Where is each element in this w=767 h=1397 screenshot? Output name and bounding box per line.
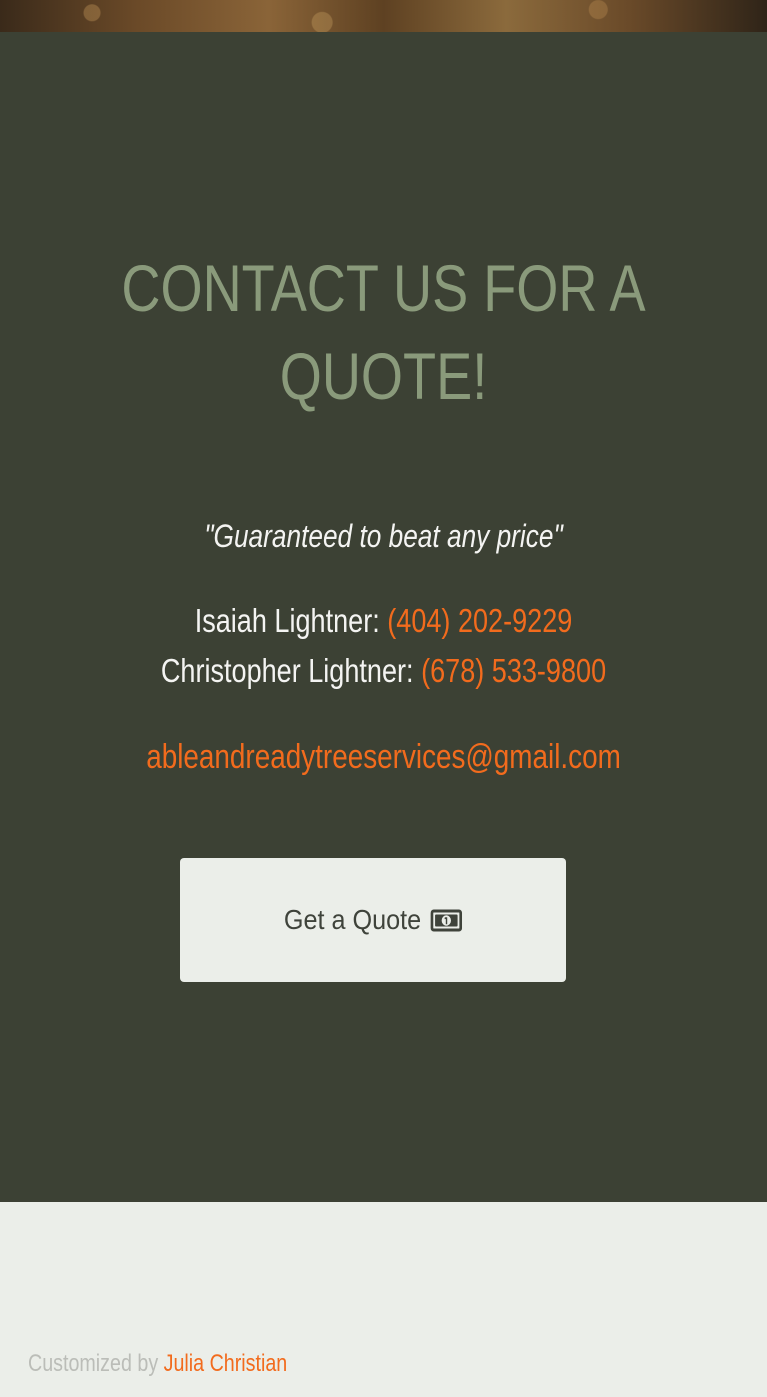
get-quote-button-label: Get a Quote	[284, 904, 422, 935]
email-line: ableandreadytreeservices@gmail.com	[69, 738, 698, 777]
christopher-phone-link[interactable]: (678) 533-9800	[421, 652, 606, 689]
get-quote-button[interactable]: Get a Quote	[180, 858, 566, 982]
isaiah-contact-line: Isaiah Lightner: (404) 202-9229	[69, 602, 698, 640]
isaiah-contact-label: Isaiah Lightner:	[194, 602, 388, 639]
credit-prefix: Customized by	[28, 1350, 164, 1377]
email-link[interactable]: ableandreadytreeservices@gmail.com	[146, 738, 621, 776]
christopher-contact-label: Christopher Lightner:	[160, 652, 422, 689]
price-guarantee-tagline: "Guaranteed to beat any price"	[204, 518, 563, 554]
designer-credit-link[interactable]: Julia Christian	[164, 1350, 288, 1377]
site-credit: Customized by Julia Christian	[28, 1350, 287, 1378]
get-quote-button-content: Get a Quote	[284, 904, 462, 936]
site-footer: Customized by Julia Christian	[0, 1202, 767, 1397]
contact-section: CONTACT US FOR A QUOTE! "Guaranteed to b…	[0, 32, 767, 1202]
hero-image-strip	[0, 0, 767, 32]
money-icon	[430, 909, 462, 932]
christopher-contact-line: Christopher Lightner: (678) 533-9800	[69, 652, 698, 690]
contact-heading: CONTACT US FOR A QUOTE!	[121, 251, 646, 413]
isaiah-phone-link[interactable]: (404) 202-9229	[387, 602, 572, 639]
